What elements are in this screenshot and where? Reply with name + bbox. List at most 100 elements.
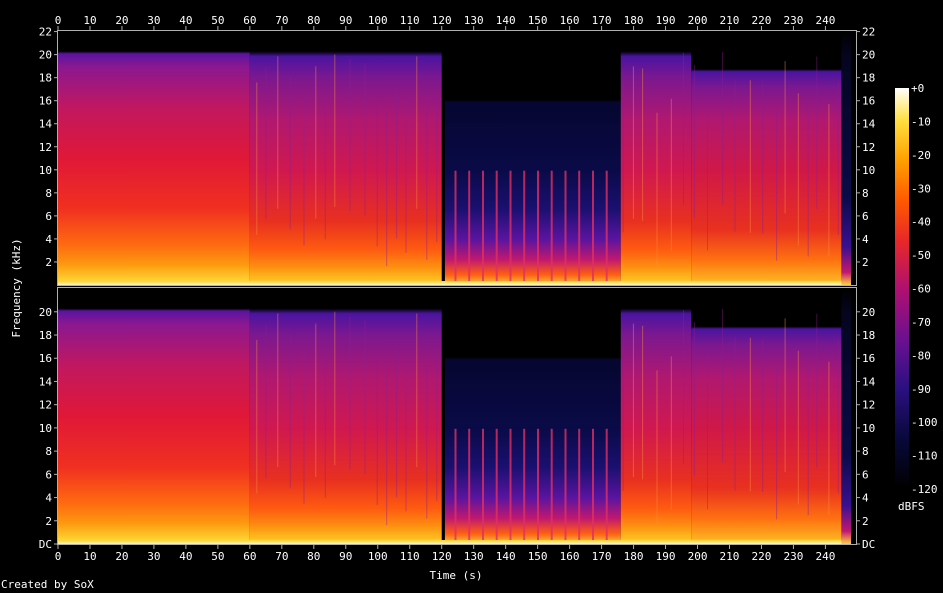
channel-1-y-tick-label-right: 18 — [862, 72, 875, 85]
channel-2-transient — [749, 337, 751, 492]
channel-1-y-tick-label-right: 22 — [862, 26, 875, 39]
channel-2-percussive-hit — [482, 428, 484, 544]
channel-1-percussive-hit — [592, 170, 594, 285]
channel-2-y-tick-label-right: 4 — [862, 492, 869, 505]
channel-1-percussive-hit — [454, 170, 457, 285]
x-tick-label-top: 100 — [368, 14, 388, 27]
x-axis-bottom: 0 10 20 30 40 50 60 70 80 90 100 110 120 130 140 150 160… — [55, 545, 835, 563]
channel-2-y-tick-label-left: DC — [39, 538, 52, 551]
channel-2-transient — [776, 365, 778, 520]
channel-2-transient — [816, 313, 818, 468]
channel-2-transient — [707, 355, 708, 510]
colorbar-unit-label: dBFS — [898, 500, 925, 513]
colorbar-tick-label: +0 — [911, 82, 924, 95]
channel-2-y-tick-label-left: 14 — [39, 375, 53, 388]
channel-1-percussive-hit — [537, 170, 539, 285]
channel-2-y-tick-label-left: 10 — [39, 422, 52, 435]
x-tick-label-bottom: 150 — [528, 550, 548, 563]
channel-1-transient — [749, 80, 751, 233]
channel-1-transient — [816, 56, 818, 209]
channel-1-y-tick-label-right: 20 — [862, 49, 875, 62]
created-by-credit: Created by SoX — [1, 578, 94, 591]
channel-1-transient — [315, 66, 317, 219]
x-tick-label-bottom: 140 — [496, 550, 516, 563]
channel-2-y-tick-label-left: 20 — [39, 306, 52, 319]
channel-1-transient — [303, 93, 305, 246]
channel-1-y-tick-label-left: 12 — [39, 141, 52, 154]
channel-1-transient — [396, 86, 398, 239]
channel-2-segment-2 — [249, 288, 442, 544]
channel-1-transient — [837, 82, 839, 236]
channel-1-segment-3 — [444, 31, 621, 285]
channel-1-segment-4 — [620, 31, 692, 285]
channel-2-transient — [436, 347, 438, 501]
x-tick-label-top: 20 — [115, 14, 128, 27]
channel-2-transient — [797, 350, 799, 505]
channel-1-percussive-hit — [482, 170, 484, 285]
channel-1-segment-5 — [691, 31, 842, 285]
x-tick-label-top: 180 — [624, 14, 644, 27]
channel-1-spectrogram — [58, 31, 851, 285]
x-tick-label-bottom: 130 — [464, 550, 484, 563]
channel-2-y-tick-label-right: 16 — [862, 352, 875, 365]
channel-2-transient — [349, 316, 351, 470]
channel-1-transient — [722, 51, 724, 205]
x-tick-label-top: 140 — [496, 14, 516, 27]
channel-1-y-tick-label-left: 6 — [45, 210, 52, 223]
channel-2-segment-3 — [444, 288, 621, 544]
channel-2-fade-out — [841, 288, 851, 544]
channel-2-percussive-hit — [454, 428, 457, 544]
channel-2-percussive-hit — [605, 428, 608, 544]
channel-1-y-tick-label-left: 18 — [39, 72, 52, 85]
channel-1-transient — [776, 108, 778, 261]
channel-2-y-tick-label-left: 4 — [45, 492, 52, 505]
channel-1-transient — [622, 79, 624, 233]
x-tick-label-top: 30 — [147, 14, 160, 27]
x-tick-label-bottom: 200 — [688, 550, 708, 563]
y-axis-title: Frequency (kHz) — [10, 238, 23, 337]
channel-2-transient — [734, 336, 736, 491]
x-tick-label-bottom: 20 — [115, 550, 128, 563]
channel-2-segment-4 — [620, 288, 692, 544]
x-tick-label-top: 90 — [339, 14, 352, 27]
x-tick-label-top: 160 — [560, 14, 580, 27]
x-tick-label-top: 130 — [464, 14, 484, 27]
x-tick-label-bottom: 240 — [815, 550, 835, 563]
channel-2-bass-band — [58, 540, 842, 544]
channel-2-transient — [256, 339, 258, 494]
channel-2-transient — [303, 350, 305, 505]
channel-1-percussive-hit — [495, 170, 498, 285]
x-tick-label-bottom: 220 — [752, 550, 772, 563]
colorbar-tick-label: -10 — [911, 115, 931, 128]
channel-1-transient — [656, 112, 658, 266]
channel-1-transient — [632, 66, 634, 219]
channel-1-percussive-hit — [468, 170, 471, 285]
channel-2-y-tick-label-right: 6 — [862, 468, 869, 481]
colorbar-tick-label: -70 — [911, 316, 931, 329]
channel-2-segment-5 — [691, 288, 842, 544]
x-axis-title: Time (s) — [430, 569, 483, 582]
channel-2-y-tick-label-left: 2 — [45, 515, 52, 528]
channel-1-percussive-hit — [578, 170, 581, 285]
colorbar-tick-label: -60 — [911, 283, 931, 296]
channel-2-percussive-hit — [495, 428, 498, 544]
channel-2-transient — [837, 340, 839, 494]
channel-2-transient — [324, 344, 326, 498]
channel-2-percussive-hit — [523, 428, 526, 544]
channel-1-segment-2 — [249, 31, 442, 285]
channel-1-y-tick-label-left: 20 — [39, 49, 52, 62]
channel-1-y-tick-label-left: 16 — [39, 95, 52, 108]
channel-1-y-tick-label-right: 16 — [862, 95, 875, 108]
channel-1-bass-band — [58, 281, 842, 285]
channel-2-y-tick-label-right: DC — [862, 538, 875, 551]
x-axis-top: 0 10 20 30 40 50 60 70 80 90 100 110 120 130 140 150 160… — [55, 14, 835, 30]
channel-1-transient — [386, 113, 388, 267]
channel-2-transient — [364, 320, 366, 475]
x-tick-label-top: 150 — [528, 14, 548, 27]
channel-2-percussive-hit — [550, 428, 553, 544]
channel-2-transient — [828, 361, 830, 516]
channel-2-percussive-hit — [592, 428, 594, 544]
channel-2-percussive-hit — [509, 428, 512, 544]
channel-2-y-tick-label-left: 12 — [39, 399, 52, 412]
channel-1-y-tick-label-right: 2 — [862, 256, 869, 269]
